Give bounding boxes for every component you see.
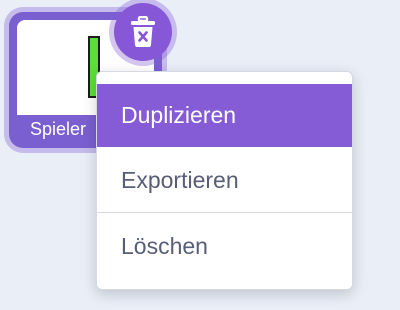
sprite-name-label: Spieler [30,119,87,139]
menu-item-duplicate[interactable]: Duplizieren [97,84,352,147]
menu-item-export[interactable]: Exportieren [97,147,352,213]
sprite-context-menu: Duplizieren Exportieren Löschen [96,71,353,290]
trash-icon [131,16,155,47]
menu-item-delete[interactable]: Löschen [97,213,352,280]
delete-sprite-button[interactable] [114,3,172,61]
